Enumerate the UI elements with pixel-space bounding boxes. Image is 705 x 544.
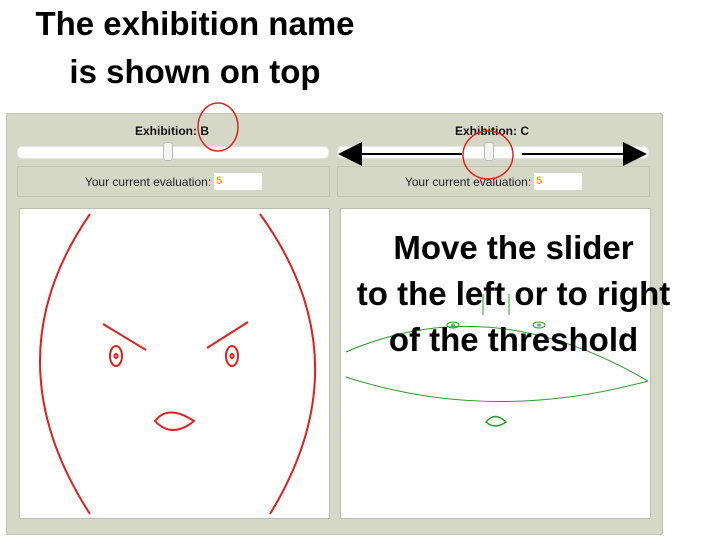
face-outline-right [259,213,317,515]
evaluation-value-field[interactable]: 5 [534,173,583,190]
eye-left [109,345,123,367]
pupil-left [113,353,119,359]
mouth [484,415,508,427]
evaluation-slider-right[interactable] [337,142,649,161]
slider-thumb-right[interactable] [484,142,494,161]
angry-face-image [39,213,317,515]
exhibition-title-left: Exhibition: B [17,124,327,138]
annotation-title-line1: The exhibition name [35,5,355,42]
exhibition-label: Exhibition: [454,124,517,138]
evaluation-slider-left[interactable] [17,142,329,161]
face-outline-left [39,213,91,515]
exhibition-title-right: Exhibition: C [337,124,647,138]
evaluation-display-right: Your current evaluation: 5 [337,166,650,197]
slider-thumb-left[interactable] [163,142,173,161]
eyebrow-left [102,323,147,351]
eye-right [225,345,239,367]
exhibition-name: C [520,124,529,138]
exhibition-label: Exhibition: [134,124,197,138]
annotation-move-line2: to the left or to right [356,275,671,312]
annotation-exhibition-name: The exhibition name is shown on top [0,0,390,96]
mouth [153,411,196,431]
evaluation-value-field[interactable]: 5 [214,173,263,190]
evaluation-display-left: Your current evaluation: 5 [17,166,330,197]
face-panel-left [19,208,330,519]
pupil-right [229,353,235,359]
eyebrow-right [206,321,249,349]
exhibition-name: B [200,124,209,138]
face-outline-bottom [345,376,649,402]
evaluation-label: Your current evaluation: [404,174,532,189]
evaluation-label: Your current evaluation: [84,174,212,189]
annotation-title-line2: is shown on top [69,53,321,90]
annotation-move-line3: of the threshold [388,321,639,358]
annotation-move-slider: Move the slider to the left or to right … [322,225,705,363]
annotation-move-line1: Move the slider [393,229,634,266]
